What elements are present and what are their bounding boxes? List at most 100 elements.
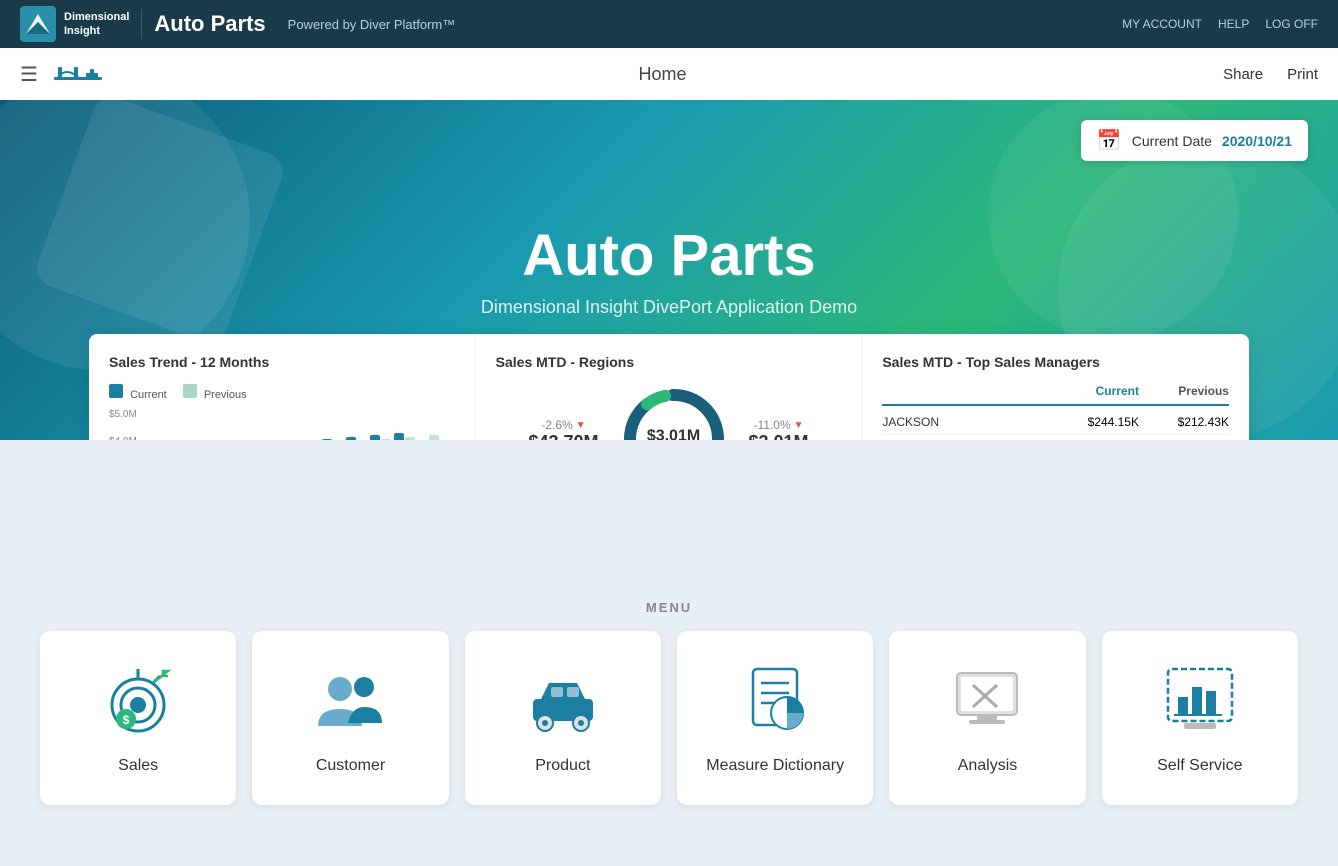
- app-subtitle: Powered by Diver Platform™: [288, 17, 456, 32]
- ytd-down-arrow-icon: ▼: [576, 420, 586, 431]
- sales-icon: $: [98, 661, 178, 741]
- bar-group: [394, 433, 415, 441]
- share-button[interactable]: Share: [1223, 66, 1263, 83]
- secondary-nav-right: Share Print: [1223, 66, 1318, 83]
- qtd-change: -11.0% ▼: [749, 418, 809, 432]
- donut-row: -2.6% ▼ $43.70M YTD: [528, 384, 808, 440]
- y-axis-labels: $5.0M $4.8M $4.6M $4.4M $4.2M: [109, 409, 137, 440]
- ytd-change: -2.6% ▼: [528, 418, 598, 432]
- menu-card-label-analysis: Analysis: [958, 757, 1018, 775]
- qtd-value: $3.01M: [749, 432, 809, 440]
- bar-current: [322, 439, 332, 440]
- menu-card-label-self_service: Self Service: [1157, 757, 1242, 775]
- menu-card-product[interactable]: Product: [465, 631, 661, 805]
- top-managers-chart: Sales MTD - Top Sales Managers Current P…: [862, 334, 1249, 440]
- log-off-link[interactable]: LOG OFF: [1265, 17, 1318, 31]
- bar-group: [370, 435, 391, 440]
- menu-card-label-customer: Customer: [316, 757, 385, 775]
- menu-label: MENU: [40, 600, 1298, 615]
- donut-area: -2.6% ▼ $43.70M YTD: [496, 384, 842, 440]
- bar-group: [418, 435, 439, 440]
- bars-area: [154, 409, 455, 440]
- self_service-icon: [1160, 661, 1240, 741]
- bar-previous: [381, 439, 391, 440]
- legend-current-dot: [109, 384, 123, 398]
- hero-title: Auto Parts: [522, 222, 815, 289]
- bar-previous: [429, 435, 439, 440]
- my-account-link[interactable]: MY ACCOUNT: [1122, 17, 1202, 31]
- top-bar-left: Dimensional Insight Auto Parts Powered b…: [20, 6, 455, 42]
- calendar-icon: 📅: [1097, 128, 1122, 153]
- date-label: Current Date: [1132, 133, 1212, 149]
- donut-chart-container: $3.01M MTD: [619, 384, 729, 440]
- print-button[interactable]: Print: [1287, 66, 1318, 83]
- manager-name: JACKSON: [882, 415, 1049, 429]
- hamburger-menu-icon[interactable]: ☰: [20, 62, 38, 87]
- menu-card-label-measure_dictionary: Measure Dictionary: [706, 757, 844, 775]
- top-bar-right: MY ACCOUNT HELP LOG OFF: [1122, 17, 1318, 31]
- ytd-stat-box: -2.6% ▼ $43.70M YTD: [528, 418, 598, 440]
- qtd-down-arrow-icon: ▼: [794, 420, 804, 431]
- menu-card-analysis[interactable]: Analysis: [889, 631, 1085, 805]
- bars-container: [154, 409, 455, 440]
- menu-grid: $ Sales Customer Product Measure Diction…: [40, 631, 1298, 805]
- bar-current: [346, 437, 356, 440]
- sales-trend-title: Sales Trend - 12 Months: [109, 354, 455, 370]
- logo-box: Dimensional Insight: [20, 6, 129, 42]
- hero-section: 📅 Current Date 2020/10/21 Auto Parts Dim…: [0, 100, 1338, 440]
- current-date-widget[interactable]: 📅 Current Date 2020/10/21: [1081, 120, 1308, 161]
- y-label-2: $4.8M: [109, 436, 137, 440]
- chart-legend: Current Previous: [109, 384, 455, 401]
- date-value: 2020/10/21: [1222, 133, 1292, 149]
- menu-card-customer[interactable]: Customer: [252, 631, 448, 805]
- legend-current: Current: [109, 384, 167, 401]
- top-navigation-bar: Dimensional Insight Auto Parts Powered b…: [0, 0, 1338, 48]
- qtd-stat-box: -11.0% ▼ $3.01M QTD: [749, 418, 809, 440]
- menu-card-self_service[interactable]: Self Service: [1102, 631, 1298, 805]
- manager-previous: $212.43K: [1139, 415, 1229, 429]
- sales-mtd-title: Sales MTD - Regions: [496, 354, 842, 370]
- secondary-nav-left: ☰: [20, 59, 102, 89]
- home-nav-label: Home: [639, 64, 687, 85]
- legend-previous-dot: [183, 384, 197, 398]
- manager-current: $244.15K: [1049, 415, 1139, 429]
- menu-card-sales[interactable]: $ Sales: [40, 631, 236, 805]
- bar-current: [394, 433, 404, 441]
- header-current: Current: [1049, 384, 1139, 398]
- sales-trend-chart: Sales Trend - 12 Months Current Previous…: [89, 334, 476, 440]
- bar-current: [370, 435, 380, 440]
- analysis-icon: [947, 661, 1027, 741]
- hero-subtitle: Dimensional Insight DivePort Application…: [481, 297, 857, 318]
- city-bridge-icon: [54, 59, 102, 89]
- measure_dictionary-icon: [735, 661, 815, 741]
- header-name: [882, 384, 1049, 398]
- product-icon: [523, 661, 603, 741]
- table-row: JACKSON $244.15K $212.43K: [882, 410, 1229, 435]
- logo-text: Dimensional Insight: [64, 10, 129, 39]
- menu-card-label-sales: Sales: [118, 757, 158, 775]
- donut-center: $3.01M MTD: [647, 427, 700, 440]
- bar-chart-area: $5.0M $4.8M $4.6M $4.4M $4.2M: [109, 409, 455, 440]
- bar-group: [346, 437, 367, 440]
- y-label-1: $5.0M: [109, 409, 137, 420]
- bar-previous: [405, 437, 415, 440]
- managers-table-header: Current Previous: [882, 384, 1229, 406]
- charts-card: Sales Trend - 12 Months Current Previous…: [89, 334, 1249, 440]
- app-title: Auto Parts: [154, 11, 265, 37]
- top-managers-title: Sales MTD - Top Sales Managers: [882, 354, 1229, 370]
- sales-mtd-chart: Sales MTD - Regions -2.6% ▼ $43.70M YTD: [476, 334, 863, 440]
- bar-group: [322, 439, 343, 440]
- donut-center-value: $3.01M: [647, 427, 700, 440]
- ytd-value: $43.70M: [528, 432, 598, 440]
- menu-card-measure_dictionary[interactable]: Measure Dictionary: [677, 631, 873, 805]
- header-previous: Previous: [1139, 384, 1229, 398]
- customer-icon: [310, 661, 390, 741]
- content-area: MENU $ Sales Customer Product Measure Di: [0, 580, 1338, 825]
- help-link[interactable]: HELP: [1218, 17, 1249, 31]
- svg-text:$: $: [123, 713, 130, 727]
- managers-table: Current Previous JACKSON $244.15K $212.4…: [882, 384, 1229, 440]
- secondary-nav-bar: ☰ Home Share Print: [0, 48, 1338, 100]
- managers-table-body: JACKSON $244.15K $212.43K CLARKSON $228.…: [882, 410, 1229, 440]
- table-row: CLARKSON $228.48K $227.70K: [882, 435, 1229, 440]
- dimensional-insight-logo-icon: [20, 6, 56, 42]
